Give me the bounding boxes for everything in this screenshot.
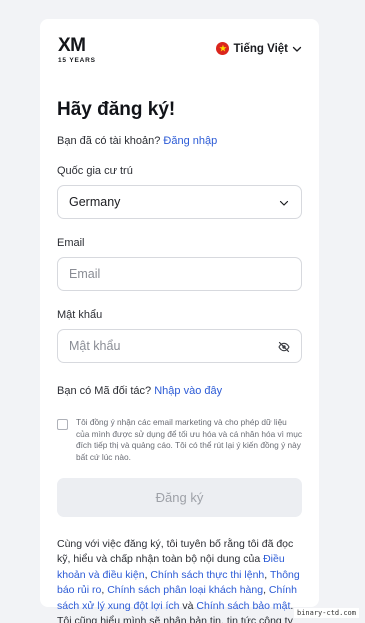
password-placeholder: Mật khẩu: [69, 339, 121, 353]
country-value: Germany: [69, 195, 121, 209]
chevron-down-icon: [292, 46, 302, 52]
logo-subtitle: 15 YEARS: [58, 57, 96, 64]
order-execution-policy-link[interactable]: Chính sách thực thi lệnh: [150, 569, 264, 581]
login-link[interactable]: Đăng nhập: [163, 135, 217, 147]
xm-logo[interactable]: XM 15 YEARS: [58, 36, 100, 66]
email-label: Email: [57, 237, 85, 249]
login-prompt: Bạn đã có tài khoản? Đăng nhập: [57, 135, 302, 147]
consent-text: Tôi đồng ý nhận các email marketing và c…: [76, 417, 302, 462]
password-field[interactable]: Mật khẩu: [57, 329, 302, 363]
partner-code-prompt: Bạn có Mã đối tác? Nhập vào đây: [57, 385, 302, 397]
signup-card: XM 15 YEARS Tiếng Việt Hãy đăng ký! Bạn …: [40, 19, 319, 623]
language-selector[interactable]: Tiếng Việt: [216, 42, 302, 55]
password-label: Mật khẩu: [57, 309, 103, 321]
country-select[interactable]: Germany: [57, 185, 302, 219]
partner-text: Bạn có Mã đối tác?: [57, 385, 152, 397]
consent-checkbox[interactable]: [57, 419, 68, 430]
page-title: Hãy đăng ký!: [57, 99, 176, 120]
client-categorization-policy-link[interactable]: Chính sách phân loại khách hàng: [107, 584, 263, 596]
vietnam-flag-icon: [216, 42, 230, 55]
logo-mark: XM: [58, 35, 86, 56]
eye-slash-icon[interactable]: [278, 341, 290, 353]
email-placeholder: Email: [69, 267, 101, 281]
watermark: binary-ctd.com: [293, 608, 359, 618]
terms-intro: Cùng với việc đăng ký, tôi tuyên bố rằng…: [57, 538, 294, 566]
country-label: Quốc gia cư trú: [57, 165, 133, 177]
privacy-policy-link[interactable]: Chính sách bảo mật: [196, 600, 290, 612]
terms-sep: và: [179, 599, 197, 612]
language-label: Tiếng Việt: [233, 42, 288, 55]
partner-code-link[interactable]: Nhập vào đây: [154, 385, 222, 397]
terms-statement: Cùng với việc đăng ký, tôi tuyên bố rằng…: [57, 537, 302, 623]
chevron-down-icon: [279, 200, 289, 206]
top-bar: XM 15 YEARS Tiếng Việt: [57, 19, 302, 73]
login-prompt-text: Bạn đã có tài khoản?: [57, 135, 161, 147]
marketing-consent: Tôi đồng ý nhận các email marketing và c…: [57, 417, 302, 463]
register-button[interactable]: Đăng ký: [57, 478, 302, 517]
email-field[interactable]: Email: [57, 257, 302, 291]
